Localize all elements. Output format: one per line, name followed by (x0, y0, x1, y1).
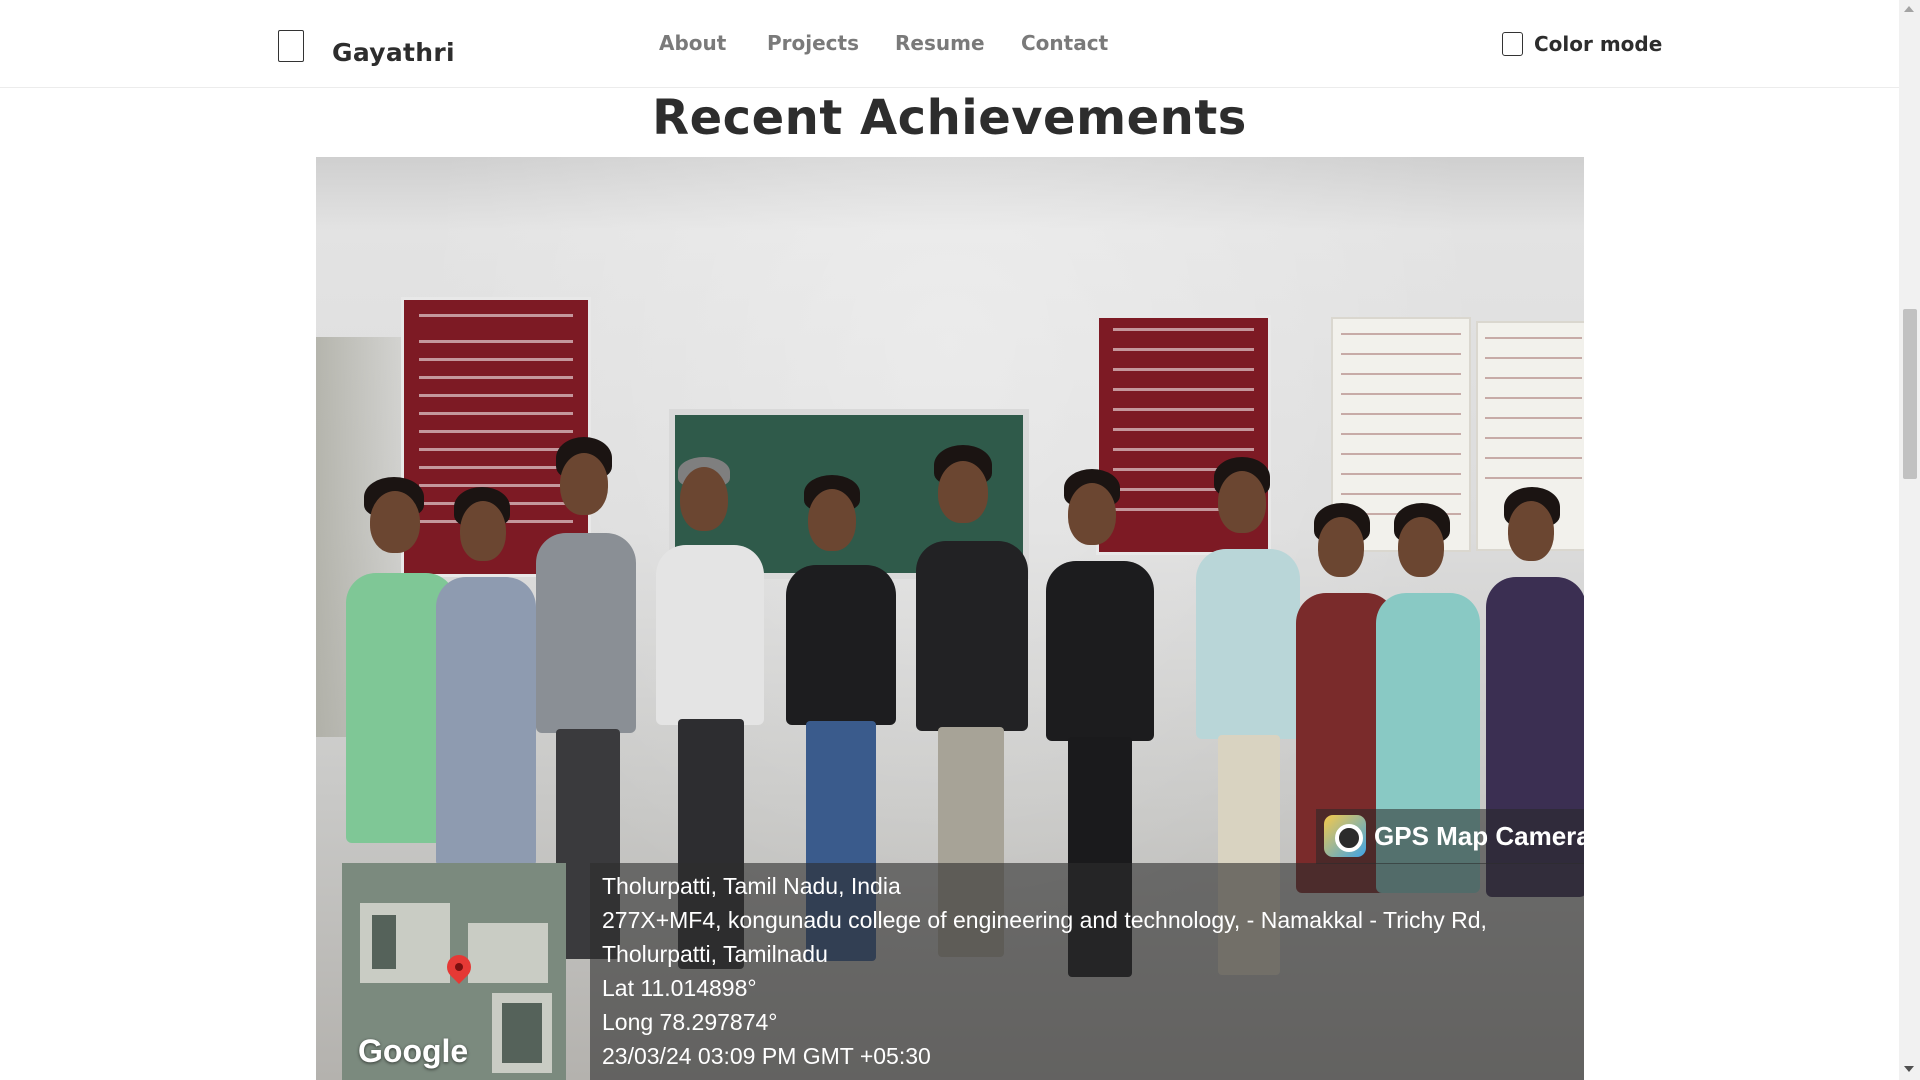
color-mode-checkbox[interactable] (1502, 32, 1523, 56)
scroll-thumb[interactable] (1903, 309, 1917, 479)
location-line: 277X+MF4, kongunadu college of engineeri… (602, 907, 1487, 933)
gps-app-name: GPS Map Camera (1374, 821, 1584, 851)
gps-map-camera-icon (1324, 815, 1366, 857)
vertical-scrollbar[interactable] (1899, 0, 1920, 1080)
nav-link-about[interactable]: About (659, 31, 726, 55)
timestamp-line: 23/03/24 03:09 PM GMT +05:30 (602, 1043, 931, 1069)
section-title: Recent Achievements (652, 90, 1247, 146)
color-mode-label[interactable]: Color mode (1534, 32, 1662, 56)
navbar: Gayathri About Projects Resume Contact C… (0, 0, 1899, 88)
nav-link-projects[interactable]: Projects (767, 31, 859, 55)
latitude-line: Lat 11.014898° (602, 975, 757, 1001)
nav-link-contact[interactable]: Contact (1021, 31, 1108, 55)
scroll-down-icon[interactable] (1904, 1066, 1914, 1072)
gps-badge: GPS Map Camera (1316, 809, 1584, 864)
longitude-line: Long 78.297874° (602, 1009, 778, 1035)
location-line: Tholurpatti, Tamil Nadu, India (602, 873, 901, 899)
location-line: Tholurpatti, Tamilnadu (602, 941, 828, 967)
map-thumbnail: Google (342, 863, 566, 1080)
google-map-label: Google (358, 1033, 469, 1069)
achievement-photo: GPS Map Camera Google Tholurpatti, Tamil… (316, 157, 1584, 1080)
scroll-up-icon[interactable] (1904, 6, 1914, 12)
nav-link-resume[interactable]: Resume (895, 31, 985, 55)
location-info-panel: Tholurpatti, Tamil Nadu, India 277X+MF4,… (590, 863, 1584, 1080)
